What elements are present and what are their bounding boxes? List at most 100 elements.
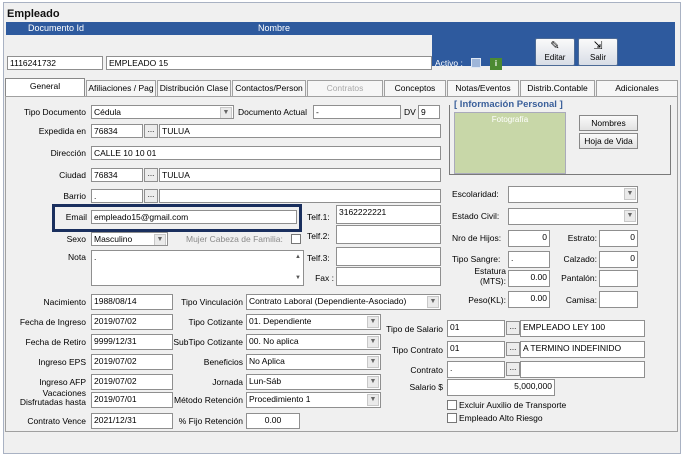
- scroll-down-icon[interactable]: ▼: [295, 273, 301, 284]
- nombres-button[interactable]: Nombres: [579, 115, 638, 131]
- expedida-code[interactable]: 76834: [91, 124, 143, 138]
- calzado-field[interactable]: 0: [599, 251, 638, 268]
- peso-field[interactable]: 0.00: [508, 291, 550, 308]
- ciudad-code[interactable]: 76834: [91, 168, 143, 182]
- fotografia-box[interactable]: Fotografía: [454, 112, 566, 174]
- dv-field[interactable]: 9: [418, 105, 440, 119]
- nacimiento-field[interactable]: 1988/08/14: [91, 294, 173, 310]
- mujer-cabeza-label: Mujer Cabeza de Familia:: [186, 234, 283, 244]
- tipo-salario-label: Tipo de Salario: [386, 324, 443, 334]
- tipo-contrato-code[interactable]: 01: [447, 341, 505, 358]
- dropdown-arrow-icon: ▼: [367, 336, 379, 348]
- tipo-vinculacion-select[interactable]: Contrato Laboral (Dependiente-Asociado) ▼: [246, 294, 441, 310]
- estatura-field[interactable]: 0.00: [508, 270, 550, 287]
- fijo-retencion-field[interactable]: 0.00: [246, 413, 300, 429]
- pantalon-field[interactable]: [599, 270, 638, 287]
- documento-id-field[interactable]: 1116241732: [7, 56, 103, 70]
- camisa-field[interactable]: [599, 291, 638, 308]
- tab-conceptos[interactable]: Conceptos: [384, 80, 446, 96]
- alto-riesgo-checkbox[interactable]: [447, 413, 457, 423]
- camisa-label: Camisa:: [565, 295, 597, 305]
- sexo-value: Masculino: [94, 234, 133, 244]
- mujer-cabeza-checkbox[interactable]: [291, 234, 301, 244]
- salir-button[interactable]: ⇲ Salir: [578, 38, 618, 66]
- tab-afiliaciones[interactable]: Afiliaciones / Pag: [86, 80, 156, 96]
- tab-general[interactable]: General: [5, 78, 85, 96]
- telf3-field[interactable]: [336, 247, 441, 266]
- nombre-field[interactable]: EMPLEADO 15: [106, 56, 432, 70]
- tab-distribucion-clase[interactable]: Distribución Clase: [157, 80, 231, 96]
- estrato-label: Estrato:: [567, 233, 597, 243]
- direccion-field[interactable]: CALLE 10 10 01: [91, 146, 441, 160]
- tipo-salario-lookup-button[interactable]: ...: [506, 321, 520, 335]
- barrio-lookup-button[interactable]: ...: [144, 189, 158, 203]
- fax-field[interactable]: [336, 267, 441, 286]
- hijos-field[interactable]: 0: [508, 230, 550, 247]
- estado-civil-select[interactable]: ▼: [508, 208, 638, 225]
- escolaridad-select[interactable]: ▼: [508, 186, 638, 203]
- contrato-vence-field[interactable]: 2021/12/31: [91, 413, 173, 429]
- activo-checkbox[interactable]: [471, 58, 481, 68]
- expedida-lookup-button[interactable]: ...: [144, 124, 158, 138]
- sexo-select[interactable]: Masculino ▼: [91, 232, 168, 246]
- hoja-vida-button[interactable]: Hoja de Vida: [579, 133, 638, 149]
- ciudad-name[interactable]: TULUA: [159, 168, 441, 182]
- metodo-retencion-select[interactable]: Procedimiento 1 ▼: [246, 392, 381, 408]
- activo-label: Activo :: [435, 58, 463, 68]
- beneficios-value: No Aplica: [249, 356, 285, 366]
- header-bar: Documento Id Nombre: [6, 22, 432, 35]
- contrato-lookup-button[interactable]: ...: [506, 362, 520, 376]
- tab-adicionales[interactable]: Adicionales: [596, 80, 678, 96]
- tipo-contrato-lookup-button[interactable]: ...: [506, 342, 520, 356]
- subtipo-select[interactable]: 00. No aplica ▼: [246, 334, 381, 350]
- contrato-name[interactable]: [520, 361, 645, 378]
- tab-contactos[interactable]: Contactos/Person: [232, 80, 306, 96]
- contrato-code[interactable]: .: [447, 361, 505, 378]
- telf2-field[interactable]: [336, 225, 441, 244]
- tipo-sangre-field[interactable]: .: [508, 251, 550, 268]
- vacaciones-label-line2: Disfrutadas hasta: [19, 397, 86, 407]
- beneficios-select[interactable]: No Aplica ▼: [246, 354, 381, 370]
- dropdown-arrow-icon: ▼: [367, 394, 379, 406]
- nota-field[interactable]: . ▲ ▼: [91, 250, 304, 286]
- vacaciones-label: Vacaciones Disfrutadas hasta: [2, 389, 86, 407]
- metodo-retencion-label: Método Retención: [174, 395, 243, 405]
- barrio-code[interactable]: .: [91, 189, 143, 203]
- email-field[interactable]: empleado15@gmail.com: [91, 210, 297, 224]
- salario-field[interactable]: 5,000,000: [447, 379, 555, 396]
- ciudad-lookup-button[interactable]: ...: [144, 168, 158, 182]
- vacaciones-field[interactable]: 2019/07/01: [91, 392, 173, 408]
- editar-button[interactable]: ✎ Editar: [535, 38, 575, 66]
- tipo-contrato-name[interactable]: A TERMINO INDEFINIDO: [520, 341, 645, 358]
- nacimiento-label: Nacimiento: [43, 297, 86, 307]
- tab-contratos[interactable]: Contratos: [307, 80, 383, 96]
- tipo-salario-name[interactable]: EMPLEADO LEY 100: [520, 320, 645, 337]
- tipo-documento-select[interactable]: Cédula ▼: [91, 105, 234, 119]
- jornada-select[interactable]: Lun-Sáb ▼: [246, 374, 381, 390]
- barrio-name[interactable]: [159, 189, 441, 203]
- estrato-field[interactable]: 0: [599, 230, 638, 247]
- tipo-salario-code[interactable]: 01: [447, 320, 505, 337]
- tab-notas-eventos[interactable]: Notas/Eventos: [447, 80, 519, 96]
- fecha-retiro-field[interactable]: 9999/12/31: [91, 334, 173, 350]
- auxilio-label: Excluir Auxilio de Transporte: [459, 400, 567, 410]
- nombre-header: Nombre: [258, 23, 291, 33]
- fecha-ingreso-label: Fecha de Ingreso: [19, 317, 86, 327]
- documento-actual-field[interactable]: -: [313, 105, 401, 119]
- tipo-documento-label: Tipo Documento: [23, 107, 86, 117]
- fecha-ingreso-field[interactable]: 2019/07/02: [91, 314, 173, 330]
- info-icon[interactable]: i: [490, 58, 502, 70]
- scroll-up-icon[interactable]: ▲: [295, 252, 301, 263]
- fotografia-label: Fotografía: [491, 115, 529, 124]
- ingreso-afp-field[interactable]: 2019/07/02: [91, 374, 173, 390]
- tipo-cotizante-label: Tipo Cotizante: [188, 317, 244, 327]
- expedida-city[interactable]: TULUA: [159, 124, 441, 138]
- ingreso-eps-field[interactable]: 2019/07/02: [91, 354, 173, 370]
- tab-distrib-contable[interactable]: Distrib.Contable: [520, 80, 595, 96]
- tipo-cotizante-select[interactable]: 01. Dependiente ▼: [246, 314, 381, 330]
- nota-label: Nota: [68, 252, 86, 262]
- calzado-label: Calzado:: [563, 254, 597, 264]
- auxilio-checkbox[interactable]: [447, 400, 457, 410]
- peso-label: Peso(KL):: [468, 295, 506, 305]
- telf1-field[interactable]: 3162222221: [336, 205, 441, 224]
